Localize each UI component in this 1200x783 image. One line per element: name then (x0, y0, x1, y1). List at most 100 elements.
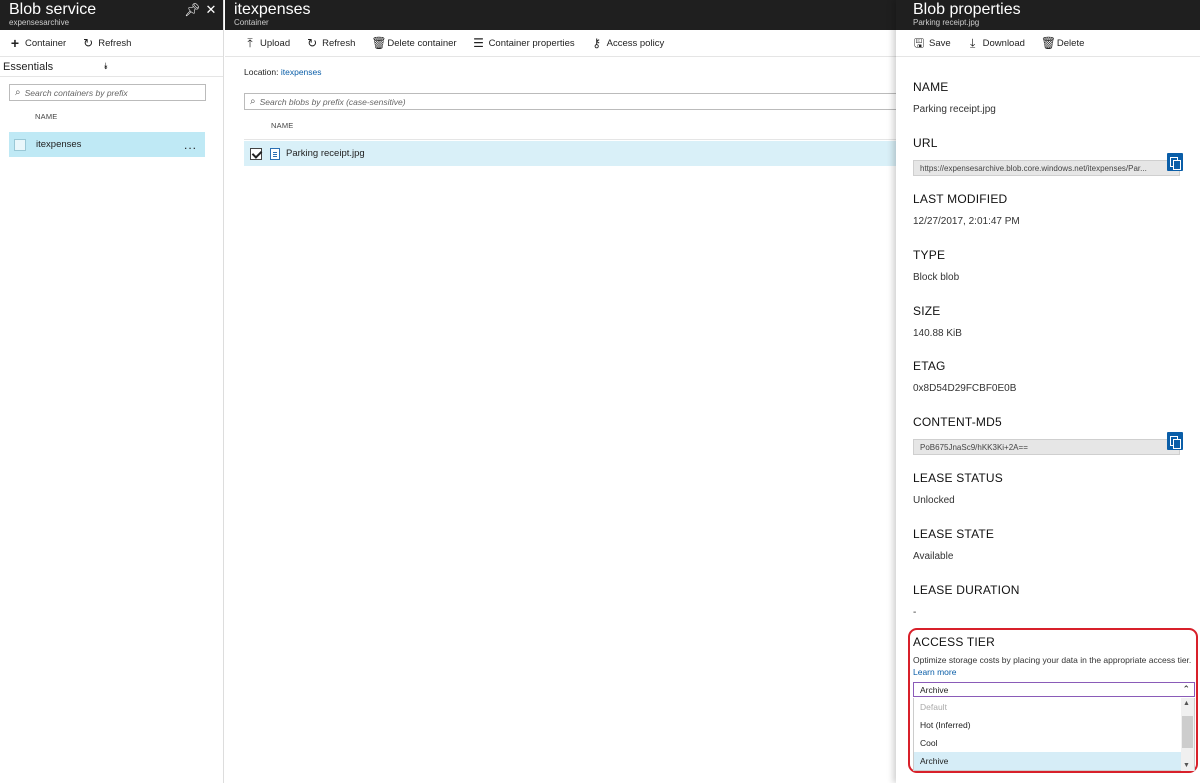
access-tier-dropdown: Default Hot (Inferred) Cool Archive ▲ ▼ (913, 698, 1195, 771)
add-container-button[interactable]: + Container (9, 35, 67, 51)
more-options-icon[interactable]: ... (184, 138, 197, 152)
copy-md5-icon[interactable] (1167, 432, 1183, 450)
prop-type: TYPE Block blob (913, 248, 959, 283)
blob-service-header: Blob service expensesarchive 📌︎ ✕ (0, 0, 223, 30)
prop-value: - (913, 607, 917, 618)
prop-name: NAME Parking receipt.jpg (913, 80, 996, 115)
trash-icon: 🗑︎ (371, 36, 387, 50)
prop-label: LEASE STATE (913, 527, 995, 541)
column-header-name: NAME (35, 112, 58, 121)
pin-icon[interactable]: 📌︎ (184, 2, 201, 18)
container-header: itexpenses Container (225, 0, 896, 30)
row-checkbox[interactable] (14, 138, 26, 151)
tier-option-default: Default (920, 702, 947, 712)
file-icon (270, 147, 280, 160)
prop-url: URL https://expensesarchive.blob.core.wi… (913, 136, 1180, 176)
tier-option-cool[interactable]: Cool (914, 734, 1194, 752)
container-toolbar: ⤒ Upload ↻ Refresh 🗑︎ Delete container ☰… (225, 30, 896, 57)
prop-label: TYPE (913, 248, 946, 262)
blob-name: Parking receipt.jpg (286, 148, 365, 159)
delete-container-button[interactable]: 🗑︎ Delete container (371, 37, 456, 49)
blade-title: itexpenses (234, 1, 311, 18)
search-blobs-input[interactable]: ⌕ Search blobs by prefix (case-sensitive… (244, 93, 896, 110)
url-field[interactable]: https://expensesarchive.blob.core.window… (913, 160, 1180, 176)
access-policy-button[interactable]: ⚷ Access policy (591, 36, 665, 50)
essentials-toggle[interactable]: Essentials ⯯ (0, 57, 223, 77)
access-tier-select[interactable]: Archive ⌃ (913, 682, 1195, 697)
prop-label: LAST MODIFIED (913, 192, 1008, 206)
dropdown-scrollbar[interactable]: ▲ ▼ (1181, 698, 1194, 771)
location-label: Location: (244, 67, 279, 77)
container-blade: itexpenses Container ⤒ Upload ↻ Refresh … (225, 0, 896, 783)
blade-title: Blob properties (913, 1, 1021, 18)
refresh-button[interactable]: ↻ Refresh (306, 37, 355, 49)
blob-service-toolbar: + Container ↻ Refresh (0, 30, 223, 57)
save-label: Save (929, 37, 951, 49)
container-name: itexpenses (36, 139, 82, 150)
location-link[interactable]: itexpenses (281, 67, 322, 77)
access-tier-selected: Archive (920, 685, 949, 695)
prop-value: 140.88 KiB (913, 328, 962, 339)
tier-option-archive[interactable]: Archive (914, 752, 1194, 770)
scrollbar-thumb[interactable] (1182, 716, 1193, 748)
key-icon: ⚷ (592, 36, 602, 50)
blade-subtitle: expensesarchive (9, 18, 70, 27)
refresh-label: Refresh (98, 37, 132, 49)
search-placeholder: Search containers by prefix (24, 87, 128, 98)
blob-service-blade: Blob service expensesarchive 📌︎ ✕ + Cont… (0, 0, 224, 783)
blade-subtitle: Container (234, 18, 269, 27)
table-row[interactable]: itexpenses ... (9, 132, 205, 157)
table-row[interactable]: Parking receipt.jpg (244, 141, 896, 166)
upload-label: Upload (260, 37, 291, 49)
download-icon: ⤓ (970, 36, 976, 50)
md5-field[interactable]: PoB675JnaSc9/hKK3Ki+2A== (913, 439, 1180, 455)
container-properties-button[interactable]: ☰ Container properties (473, 36, 574, 50)
close-icon[interactable]: ✕ (205, 2, 217, 18)
blob-properties-toolbar: 🖫︎ Save ⤓ Download 🗑︎ Delete (896, 30, 1200, 57)
prop-last-modified: LAST MODIFIED 12/27/2017, 2:01:47 PM (913, 192, 1020, 227)
delete-label: Delete (1056, 37, 1085, 49)
upload-icon: ⤒ (247, 36, 253, 50)
learn-more-link[interactable]: Learn more (913, 667, 956, 677)
delete-container-label: Delete container (387, 37, 457, 49)
copy-url-icon[interactable] (1167, 153, 1183, 171)
download-button[interactable]: ⤓ Download (967, 37, 1025, 49)
search-icon: ⌕ (15, 87, 21, 98)
blob-properties-header: Blob properties Parking receipt.jpg (896, 0, 1200, 30)
prop-value: Available (913, 551, 954, 562)
prop-value: 0x8D54D29FCBF0E0B (913, 383, 1017, 394)
trash-icon: 🗑︎ (1040, 36, 1057, 50)
refresh-label: Refresh (322, 37, 356, 49)
tier-option-hot[interactable]: Hot (Inferred) (914, 716, 1194, 734)
prop-lease-duration: LEASE DURATION - (913, 583, 1020, 618)
prop-value: 12/27/2017, 2:01:47 PM (913, 216, 1020, 227)
prop-label: ACCESS TIER (913, 635, 995, 649)
prop-etag: ETAG 0x8D54D29FCBF0E0B (913, 359, 1016, 394)
delete-button[interactable]: 🗑︎ Delete (1041, 37, 1084, 49)
save-button[interactable]: 🖫︎ Save (913, 37, 951, 49)
plus-icon: + (10, 35, 20, 51)
refresh-button[interactable]: ↻ Refresh (82, 37, 131, 49)
list-icon: ☰ (473, 36, 484, 50)
location-line: Location: itexpenses (244, 67, 322, 77)
scroll-down-icon[interactable]: ▼ (1183, 762, 1190, 769)
access-tier-description: Optimize storage costs by placing your d… (913, 654, 1193, 678)
row-checkbox-checked[interactable] (250, 147, 262, 160)
download-label: Download (982, 37, 1025, 49)
access-policy-label: Access policy (606, 37, 665, 49)
prop-value: Block blob (913, 272, 960, 283)
upload-button[interactable]: ⤒ Upload (244, 37, 290, 49)
prop-value: Unlocked (913, 495, 955, 506)
search-placeholder: Search blobs by prefix (case-sensitive) (259, 96, 406, 107)
prop-size: SIZE 140.88 KiB (913, 304, 962, 339)
column-header-name: NAME (271, 121, 294, 130)
refresh-icon: ↻ (83, 36, 94, 50)
refresh-icon: ↻ (307, 36, 318, 50)
prop-label: URL (913, 136, 938, 150)
search-containers-input[interactable]: ⌕ Search containers by prefix (9, 84, 206, 101)
prop-lease-state: LEASE STATE Available (913, 527, 994, 562)
scroll-up-icon[interactable]: ▲ (1183, 700, 1190, 707)
add-container-label: Container (25, 37, 67, 49)
search-icon: ⌕ (250, 96, 256, 107)
prop-label: CONTENT-MD5 (913, 415, 1002, 429)
